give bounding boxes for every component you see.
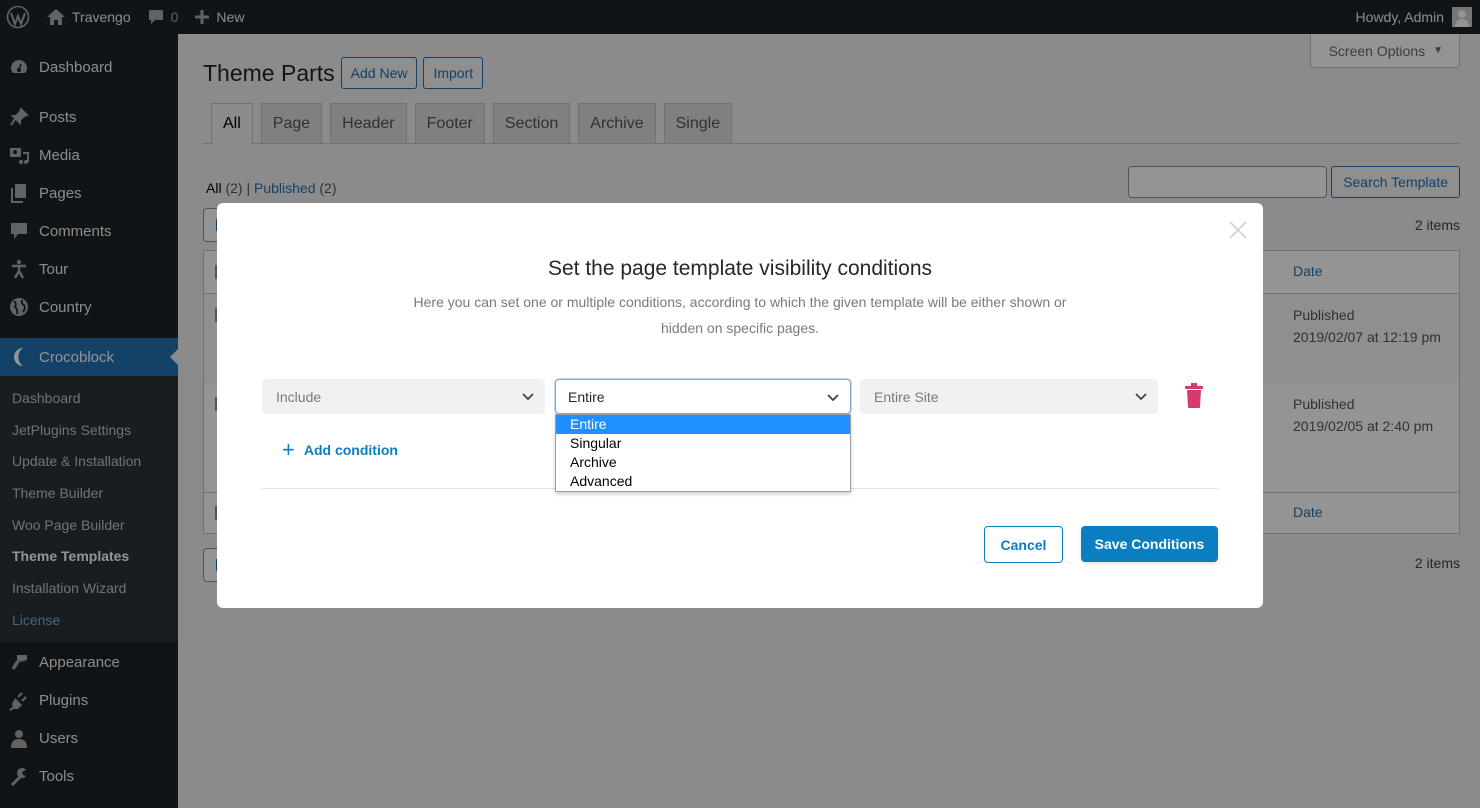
condition-row: Include Entire Entire Site (262, 379, 1222, 414)
chevron-down-icon (522, 393, 534, 401)
condition-subgroup-value: Entire Site (874, 388, 939, 405)
include-exclude-select[interactable]: Include (262, 379, 545, 414)
conditions-modal: Set the page template visibility conditi… (217, 203, 1263, 608)
option-singular[interactable]: Singular (556, 434, 850, 453)
add-condition-button[interactable]: + Add condition (282, 437, 398, 462)
close-icon[interactable] (1227, 220, 1249, 242)
option-archive[interactable]: Archive (556, 453, 850, 472)
chevron-down-icon (1135, 393, 1147, 401)
modal-description: Here you can set one or multiple conditi… (413, 294, 1067, 336)
modal-title: Set the page template visibility conditi… (547, 257, 933, 280)
chevron-down-icon (827, 394, 839, 402)
save-conditions-button[interactable]: Save Conditions (1081, 526, 1218, 562)
cancel-button[interactable]: Cancel (984, 526, 1063, 563)
trash-icon[interactable] (1184, 383, 1204, 409)
condition-group-select[interactable]: Entire (555, 379, 851, 414)
option-entire[interactable]: Entire (556, 415, 850, 434)
condition-group-value: Entire (568, 388, 605, 405)
condition-subgroup-select[interactable]: Entire Site (860, 379, 1158, 414)
include-exclude-value: Include (276, 388, 322, 405)
condition-group-dropdown: Entire Singular Archive Advanced (555, 414, 851, 492)
option-advanced[interactable]: Advanced (556, 472, 850, 491)
add-condition-label: Add condition (303, 442, 398, 458)
plus-icon: + (282, 437, 295, 462)
